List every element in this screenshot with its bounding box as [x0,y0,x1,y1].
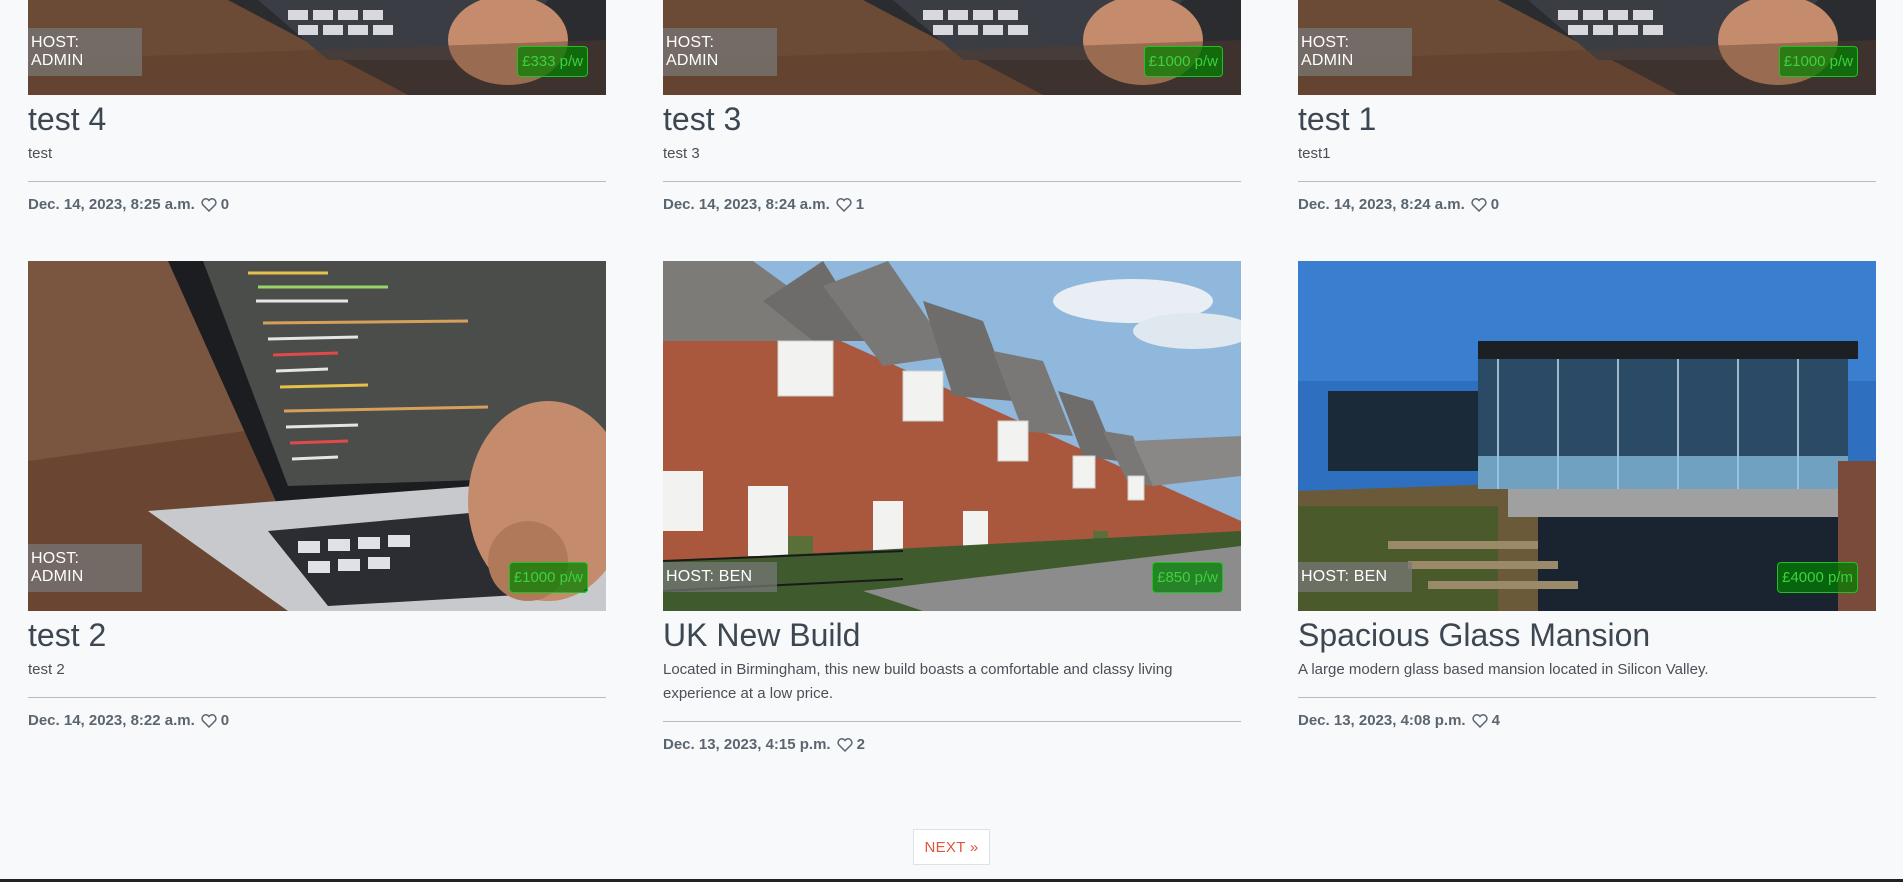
post-image[interactable]: HOST: ADMIN £1000 p/w [1298,0,1876,95]
post-grid: HOST: ADMIN £333 p/w test 4 test Dec. 14… [28,0,1876,753]
heart-icon[interactable] [1471,197,1487,212]
divider [1298,181,1876,182]
divider [663,181,1241,182]
post-title[interactable]: test 2 [28,615,606,655]
divider [1298,697,1876,698]
post-excerpt: A large modern glass based mansion locat… [1298,661,1709,678]
post-card[interactable]: HOST: ADMIN £1000 p/w test 1 test1 Dec. … [1298,0,1876,213]
like-count: 0 [220,712,230,729]
price-badge: £333 p/w [517,46,588,77]
post-card[interactable]: HOST: BEN £850 p/w UK New Build Located … [663,261,1241,753]
price-badge: £4000 p/m [1777,562,1858,593]
like-count: 0 [1490,196,1500,213]
post-image[interactable]: HOST: ADMIN £1000 p/w [663,0,1241,95]
post-card[interactable]: HOST: ADMIN £1000 p/w test 3 test 3 Dec.… [663,0,1241,213]
post-image[interactable]: HOST: ADMIN £1000 p/w [28,261,606,611]
like-count: 2 [856,736,865,753]
post-meta: Dec. 14, 2023, 8:24 a.m. 1 [663,196,1241,213]
heart-icon[interactable] [1472,713,1488,728]
post-title[interactable]: test 1 [1298,99,1876,139]
price-badge: £1000 p/w [1778,46,1858,77]
post-excerpt: test 3 [663,145,700,162]
post-date: Dec. 14, 2023, 8:25 a.m. [28,196,195,213]
post-excerpt: test [28,145,53,162]
post-card[interactable]: HOST: BEN £4000 p/m Spacious Glass Mansi… [1298,261,1876,753]
post-meta: Dec. 13, 2023, 4:15 p.m. 2 [663,736,1241,753]
host-badge: HOST: ADMIN [1298,28,1412,76]
post-title[interactable]: UK New Build [663,615,1241,655]
next-page-button[interactable]: NEXT » [913,829,990,865]
post-image[interactable]: HOST: ADMIN £333 p/w [28,0,606,95]
post-date: Dec. 13, 2023, 4:08 p.m. [1298,712,1466,729]
price-badge: £1000 p/w [1143,46,1223,77]
post-excerpt: test1 [1298,145,1331,162]
heart-icon[interactable] [201,197,217,212]
post-date: Dec. 13, 2023, 4:15 p.m. [663,736,831,753]
post-image[interactable]: HOST: BEN £850 p/w [663,261,1241,611]
price-badge: £850 p/w [1152,562,1223,593]
post-image[interactable]: HOST: BEN £4000 p/m [1298,261,1876,611]
divider [28,181,606,182]
heart-icon[interactable] [836,197,852,212]
post-date: Dec. 14, 2023, 8:22 a.m. [28,712,195,729]
host-badge: HOST: ADMIN [663,28,777,76]
post-meta: Dec. 14, 2023, 8:22 a.m. 0 [28,712,606,729]
host-badge: HOST: BEN [1298,562,1412,592]
post-meta: Dec. 14, 2023, 8:25 a.m. 0 [28,196,606,213]
host-badge: HOST: ADMIN [28,28,142,76]
post-meta: Dec. 13, 2023, 4:08 p.m. 4 [1298,712,1876,729]
heart-icon[interactable] [201,713,217,728]
host-badge: HOST: ADMIN [28,544,142,592]
post-card[interactable]: HOST: ADMIN £1000 p/w test 2 test 2 Dec.… [28,261,606,753]
post-card[interactable]: HOST: ADMIN £333 p/w test 4 test Dec. 14… [28,0,606,213]
like-count: 4 [1491,712,1500,729]
terraced-houses-image [663,261,1241,611]
heart-icon[interactable] [837,737,853,752]
post-excerpt: Located in Birmingham, this new build bo… [663,661,1173,702]
divider [28,697,606,698]
price-badge: £1000 p/w [508,562,588,593]
post-date: Dec. 14, 2023, 8:24 a.m. [1298,196,1465,213]
post-title[interactable]: test 4 [28,99,606,139]
post-excerpt: test 2 [28,661,65,678]
like-count: 0 [220,196,230,213]
divider [663,721,1241,722]
host-badge: HOST: BEN [663,562,777,592]
post-date: Dec. 14, 2023, 8:24 a.m. [663,196,830,213]
glass-mansion-image [1298,261,1876,611]
post-title[interactable]: test 3 [663,99,1241,139]
post-meta: Dec. 14, 2023, 8:24 a.m. 0 [1298,196,1876,213]
like-count: 1 [855,196,865,213]
post-title[interactable]: Spacious Glass Mansion [1298,615,1876,655]
